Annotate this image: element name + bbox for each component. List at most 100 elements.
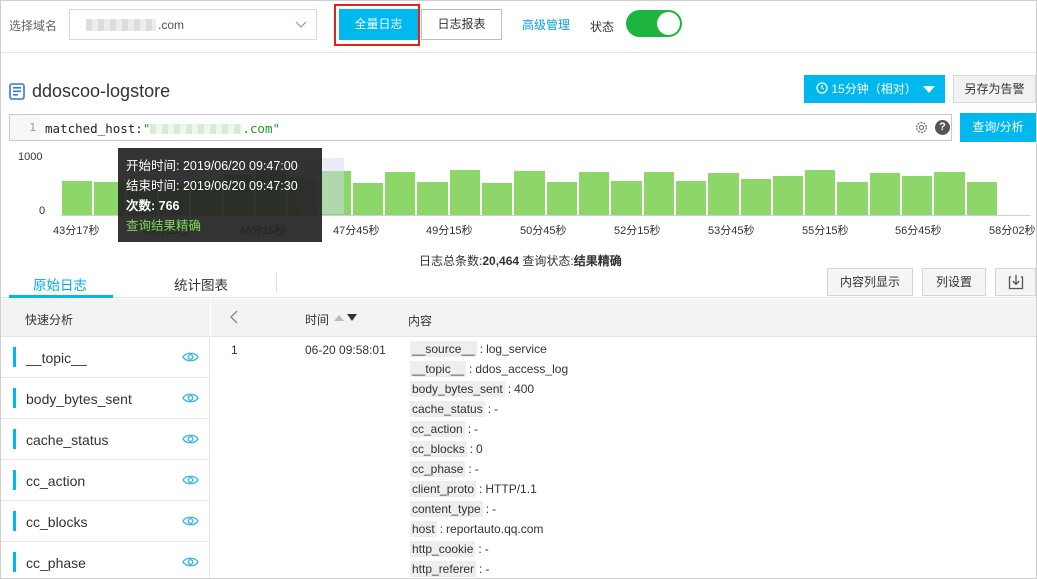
log-field-value[interactable]: - bbox=[494, 402, 498, 416]
histogram-bar[interactable] bbox=[708, 173, 739, 215]
log-field-key[interactable]: cc_blocks bbox=[410, 441, 467, 457]
log-field-key[interactable]: cc_phase bbox=[410, 461, 466, 477]
log-field-value[interactable]: - bbox=[485, 562, 489, 576]
help-icon[interactable]: ? bbox=[935, 120, 950, 135]
log-field-key[interactable]: host bbox=[410, 521, 437, 537]
tab-raw-log[interactable]: 原始日志 bbox=[33, 274, 87, 294]
full-log-button[interactable]: 全量日志 bbox=[339, 9, 418, 40]
advanced-manage-link[interactable]: 高级管理 bbox=[522, 16, 570, 33]
table-header: 时间 内容 bbox=[211, 299, 1036, 337]
log-field-key[interactable]: http_referer bbox=[410, 561, 477, 577]
query-suffix: .com" bbox=[242, 121, 281, 136]
field-item[interactable]: cc_phase bbox=[1, 542, 209, 578]
eye-icon[interactable] bbox=[182, 556, 199, 568]
column-settings-button[interactable]: 列设置 bbox=[922, 268, 986, 296]
eye-icon[interactable] bbox=[182, 392, 199, 404]
log-field: http_cookie: - bbox=[410, 541, 489, 558]
content-column-button[interactable]: 内容列显示 bbox=[827, 268, 913, 296]
time-range-button[interactable]: 15分钟（相对） bbox=[804, 75, 945, 103]
log-field-key[interactable]: cache_status bbox=[410, 401, 485, 417]
field-item[interactable]: __topic__ bbox=[1, 337, 209, 378]
status-label: 状态 bbox=[590, 20, 615, 34]
histogram-bar[interactable] bbox=[62, 180, 93, 215]
x-tick-label: 55分15秒 bbox=[802, 225, 849, 237]
histogram-bar[interactable] bbox=[805, 169, 836, 215]
log-field-value[interactable]: log_service bbox=[486, 342, 547, 356]
eye-icon[interactable] bbox=[182, 474, 199, 486]
quick-analysis-panel: 快速分析 __topic__ body_bytes_sent cache_statu… bbox=[1, 299, 210, 578]
histogram-bar[interactable] bbox=[449, 169, 481, 215]
active-tab-indicator bbox=[9, 295, 113, 298]
logstore-icon bbox=[9, 83, 25, 100]
histogram-bar[interactable] bbox=[514, 171, 545, 215]
histogram-bar[interactable] bbox=[902, 175, 933, 215]
log-field-sep: : bbox=[478, 542, 482, 556]
tooltip-start: 开始时间: 2019/06/20 09:47:00 bbox=[126, 156, 314, 176]
query-text[interactable]: matched_host:" .com" bbox=[45, 121, 280, 136]
log-field: __source__: log_service bbox=[410, 341, 547, 358]
sort-icon[interactable] bbox=[333, 313, 359, 322]
domain-select[interactable]: .com bbox=[69, 9, 317, 40]
row-time: 06-20 09:58:01 bbox=[305, 343, 386, 357]
log-field-value[interactable]: 400 bbox=[514, 382, 534, 396]
tooltip-end: 结束时间: 2019/06/20 09:47:30 bbox=[126, 176, 314, 196]
histogram-bar[interactable] bbox=[966, 181, 997, 215]
log-field: __topic__: ddos_access_log bbox=[410, 361, 568, 378]
query-analyze-button[interactable]: 查询/分析 bbox=[960, 113, 1036, 142]
field-item[interactable]: cache_status bbox=[1, 419, 209, 460]
log-field-key[interactable]: body_bytes_sent bbox=[410, 381, 505, 397]
eye-icon[interactable] bbox=[182, 515, 199, 527]
field-item[interactable]: cc_blocks bbox=[1, 501, 209, 542]
log-field-value[interactable]: reportauto.qq.com bbox=[446, 522, 543, 536]
field-item[interactable]: body_bytes_sent bbox=[1, 378, 209, 419]
log-field-sep: : bbox=[479, 482, 483, 496]
histogram-bar[interactable] bbox=[772, 176, 804, 215]
save-as-alarm-button[interactable]: 另存为告警 bbox=[953, 75, 1036, 103]
histogram-bar[interactable] bbox=[611, 181, 642, 215]
histogram-bar[interactable] bbox=[934, 171, 965, 215]
time-column-header[interactable]: 时间 bbox=[305, 311, 329, 328]
histogram-bar[interactable] bbox=[578, 171, 610, 215]
histogram-bar[interactable] bbox=[546, 181, 577, 215]
log-field: cc_action: - bbox=[410, 421, 478, 438]
histogram-bar[interactable] bbox=[837, 181, 868, 215]
field-item[interactable]: cc_action bbox=[1, 460, 209, 501]
log-field-value[interactable]: - bbox=[475, 462, 479, 476]
log-field-sep: : bbox=[487, 402, 492, 416]
tooltip-start-label: 开始时间: bbox=[126, 159, 180, 173]
log-field-value[interactable]: - bbox=[492, 502, 496, 516]
log-field-value[interactable]: HTTP/1.1 bbox=[485, 482, 536, 496]
tab-divider bbox=[276, 272, 277, 292]
log-field-key[interactable]: http_cookie bbox=[410, 541, 476, 557]
log-report-button[interactable]: 日志报表 bbox=[421, 9, 502, 40]
histogram-bar[interactable] bbox=[352, 183, 384, 215]
histogram-bar[interactable] bbox=[482, 183, 513, 215]
top-bar: 选择域名 .com 全量日志 日志报表 高级管理 状态 bbox=[1, 1, 1036, 53]
histogram-bar[interactable] bbox=[740, 178, 771, 215]
histogram-bar[interactable] bbox=[417, 181, 448, 215]
log-field-key[interactable]: cc_action bbox=[410, 421, 465, 437]
log-field-value[interactable]: - bbox=[485, 542, 489, 556]
histogram-bar[interactable] bbox=[675, 181, 707, 215]
log-field-key[interactable]: content_type bbox=[410, 501, 483, 517]
log-field-sep: : bbox=[479, 342, 484, 356]
log-field-key[interactable]: __topic__ bbox=[410, 361, 467, 377]
log-field-value[interactable]: 0 bbox=[476, 442, 483, 456]
eye-icon[interactable] bbox=[182, 351, 199, 363]
log-field-sep: : bbox=[467, 422, 472, 436]
query-editor[interactable]: 1 matched_host:" .com" ? bbox=[9, 114, 952, 141]
eye-icon[interactable] bbox=[182, 433, 199, 445]
log-field-key[interactable]: client_proto bbox=[410, 481, 477, 497]
log-field-value[interactable]: ddos_access_log bbox=[475, 362, 568, 376]
download-button[interactable] bbox=[995, 268, 1036, 296]
log-field-value[interactable]: - bbox=[474, 422, 478, 436]
gear-icon[interactable] bbox=[914, 120, 929, 135]
tab-stats-chart[interactable]: 统计图表 bbox=[174, 274, 228, 294]
field-name: cc_blocks bbox=[26, 514, 88, 530]
histogram-bar[interactable] bbox=[643, 171, 674, 215]
status-toggle[interactable] bbox=[626, 10, 682, 37]
log-field-key[interactable]: __source__ bbox=[410, 341, 477, 357]
chevron-left-icon[interactable] bbox=[229, 310, 239, 324]
histogram-bar[interactable] bbox=[385, 171, 416, 215]
histogram-bar[interactable] bbox=[869, 173, 901, 215]
